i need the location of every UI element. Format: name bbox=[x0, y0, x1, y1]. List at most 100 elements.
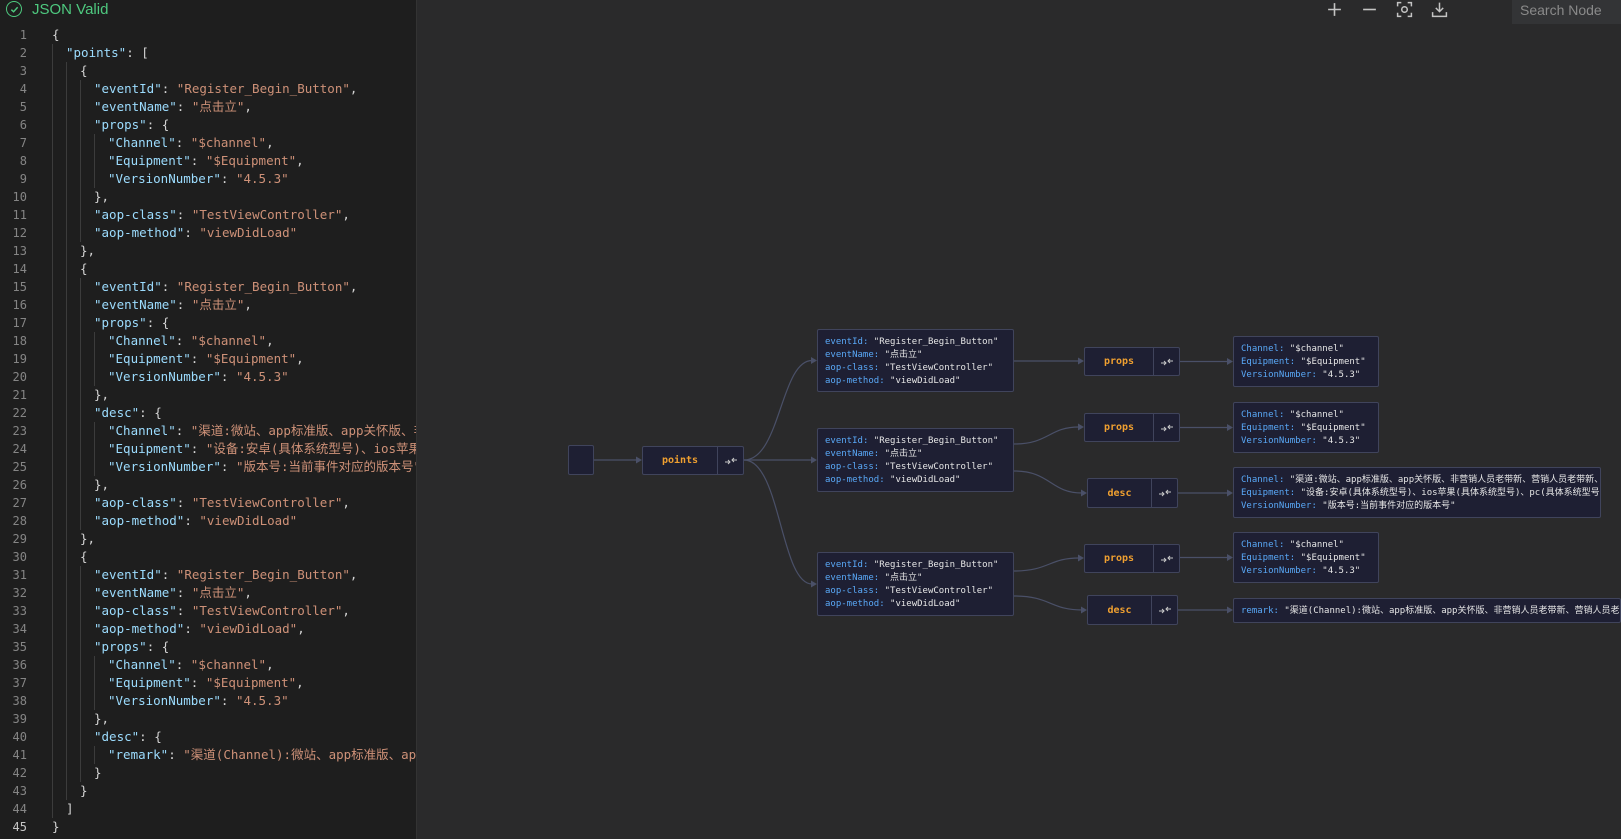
line-number: 18 bbox=[12, 334, 27, 348]
node-colon: : bbox=[1311, 566, 1323, 576]
desc-node[interactable]: desc bbox=[1087, 595, 1178, 625]
line-number: 30 bbox=[12, 550, 27, 564]
collapse-button[interactable] bbox=[717, 447, 743, 474]
object-node[interactable]: eventId: "Register_Begin_Button" eventNam… bbox=[817, 552, 1014, 616]
indent-guide bbox=[52, 224, 53, 242]
collapse-button[interactable] bbox=[1153, 414, 1179, 441]
json-editor[interactable]: JSON Valid 1{2 "points": [3{4 "eventId": "… bbox=[0, 0, 417, 839]
indent-guide bbox=[80, 620, 81, 638]
graph-edge bbox=[1013, 557, 1080, 572]
node-colon: : bbox=[873, 573, 885, 583]
search-node-input[interactable] bbox=[1512, 0, 1621, 24]
node-value: "Register_Begin_Button" bbox=[873, 560, 999, 570]
node-colon: : bbox=[873, 362, 885, 373]
graph-edge bbox=[743, 359, 813, 461]
download-button[interactable] bbox=[1428, 0, 1450, 18]
indent-guide bbox=[66, 494, 67, 512]
props-node[interactable]: props bbox=[1084, 413, 1180, 442]
json-key: "props" bbox=[94, 639, 147, 654]
props-node[interactable]: props bbox=[1084, 347, 1180, 376]
code-text: }, bbox=[94, 188, 109, 206]
indent-guide bbox=[66, 782, 67, 800]
validation-label: JSON Valid bbox=[32, 0, 109, 18]
object-node[interactable]: eventId: "Register_Begin_Button" eventNam… bbox=[817, 329, 1014, 392]
indent-guide bbox=[94, 152, 95, 170]
json-string: "$Equipment" bbox=[205, 351, 297, 366]
node-value: "渠道:微站、app标准版、app关怀版、非营销人员老带新、营销人员老带新、… bbox=[1289, 475, 1601, 485]
code-text: { bbox=[80, 548, 88, 566]
collapse-icon bbox=[1160, 555, 1173, 562]
node-key: Equipment bbox=[1241, 423, 1290, 433]
json-string: "Register_Begin_Button" bbox=[176, 81, 350, 96]
json-string: "4.5.3" bbox=[235, 693, 289, 708]
collapse-button[interactable] bbox=[1153, 348, 1179, 375]
code-text: "eventId": "Register_Begin_Button", bbox=[94, 278, 357, 296]
json-punctuation: { bbox=[80, 549, 88, 564]
code-line: 13}, bbox=[0, 242, 416, 260]
indent-guide bbox=[52, 620, 53, 638]
indent-guide bbox=[52, 440, 53, 458]
collapse-button[interactable] bbox=[1153, 545, 1179, 572]
json-punctuation: : bbox=[190, 153, 206, 168]
json-key: "aop-method" bbox=[94, 621, 185, 636]
json-punctuation: , bbox=[342, 207, 350, 222]
node-row: eventName: "点击立" bbox=[818, 349, 1013, 362]
json-string: "4.5.3" bbox=[235, 171, 289, 186]
json-punctuation: : bbox=[161, 81, 177, 96]
code-line: 18 "Channel": "$channel", bbox=[0, 332, 416, 350]
indent-guide bbox=[66, 512, 67, 530]
props-values-node[interactable]: Channel: "$channel" Equipment: "$Equipmen… bbox=[1233, 402, 1379, 453]
code-line: 22 "desc": { bbox=[0, 404, 416, 422]
props-values-node[interactable]: Channel: "$channel" Equipment: "$Equipmen… bbox=[1233, 336, 1379, 387]
desc-remark-node[interactable]: remark: "渠道(Channel):微站、app标准版、app关怀版、非营… bbox=[1233, 598, 1621, 623]
indent-guide bbox=[52, 296, 53, 314]
indent-guide bbox=[80, 224, 81, 242]
json-punctuation: : bbox=[176, 585, 192, 600]
indent-guide bbox=[52, 512, 53, 530]
fit-view-button[interactable] bbox=[1393, 0, 1415, 18]
indent-guide bbox=[66, 476, 67, 494]
code-text: "eventName": "点击立", bbox=[94, 584, 252, 602]
indent-guide bbox=[80, 710, 81, 728]
indent-guide bbox=[80, 368, 81, 386]
node-colon: : bbox=[1289, 357, 1301, 367]
points-node[interactable]: points bbox=[642, 446, 744, 475]
line-number: 42 bbox=[12, 766, 27, 780]
json-punctuation: : bbox=[175, 135, 191, 150]
collapse-button[interactable] bbox=[1151, 596, 1177, 624]
indent-guide bbox=[80, 332, 81, 350]
line-number: 21 bbox=[12, 388, 27, 402]
node-colon: : bbox=[862, 336, 874, 347]
indent-guide bbox=[66, 116, 67, 134]
code-text: "props": { bbox=[94, 638, 169, 656]
json-key: "eventName" bbox=[94, 297, 177, 312]
indent-guide bbox=[52, 98, 53, 116]
json-key: "Equipment" bbox=[108, 351, 191, 366]
props-values-node[interactable]: Channel: "$channel" Equipment: "$Equipmen… bbox=[1233, 532, 1379, 583]
node-key: Equipment bbox=[1241, 553, 1290, 563]
code-area[interactable]: 1{2 "points": [3{4 "eventId": "Register_Be… bbox=[0, 26, 417, 836]
line-number: 22 bbox=[12, 406, 27, 420]
desc-values-node[interactable]: Channel: "渠道:微站、app标准版、app关怀版、非营销人员老带新、营… bbox=[1233, 467, 1601, 518]
root-node[interactable] bbox=[568, 445, 594, 475]
node-row: aop-method: "viewDidLoad" bbox=[818, 375, 1013, 388]
json-string: "$channel" bbox=[190, 333, 267, 348]
props-node[interactable]: props bbox=[1084, 544, 1180, 573]
object-node[interactable]: eventId: "Register_Begin_Button" eventNam… bbox=[817, 428, 1014, 492]
indent-guide bbox=[80, 656, 81, 674]
zoom-out-button[interactable] bbox=[1358, 0, 1380, 18]
json-punctuation: , bbox=[349, 81, 358, 96]
graph-canvas[interactable]: points eventId: "Register_Begin_Button" ev… bbox=[417, 0, 1621, 839]
line-number: 1 bbox=[19, 28, 27, 42]
line-number: 28 bbox=[12, 514, 27, 528]
node-key: aop-method bbox=[825, 475, 880, 485]
desc-node[interactable]: desc bbox=[1087, 478, 1178, 508]
code-line: 6 "props": { bbox=[0, 116, 416, 134]
zoom-in-button[interactable] bbox=[1323, 0, 1345, 18]
indent-guide bbox=[94, 440, 95, 458]
json-punctuation: : bbox=[161, 567, 177, 582]
node-row: VersionNumber: "4.5.3" bbox=[1234, 565, 1378, 578]
collapse-button[interactable] bbox=[1151, 479, 1177, 507]
node-key: VersionNumber bbox=[1241, 370, 1312, 380]
json-string: "渠道(Channel):微站、app标准版、app bbox=[183, 747, 417, 762]
